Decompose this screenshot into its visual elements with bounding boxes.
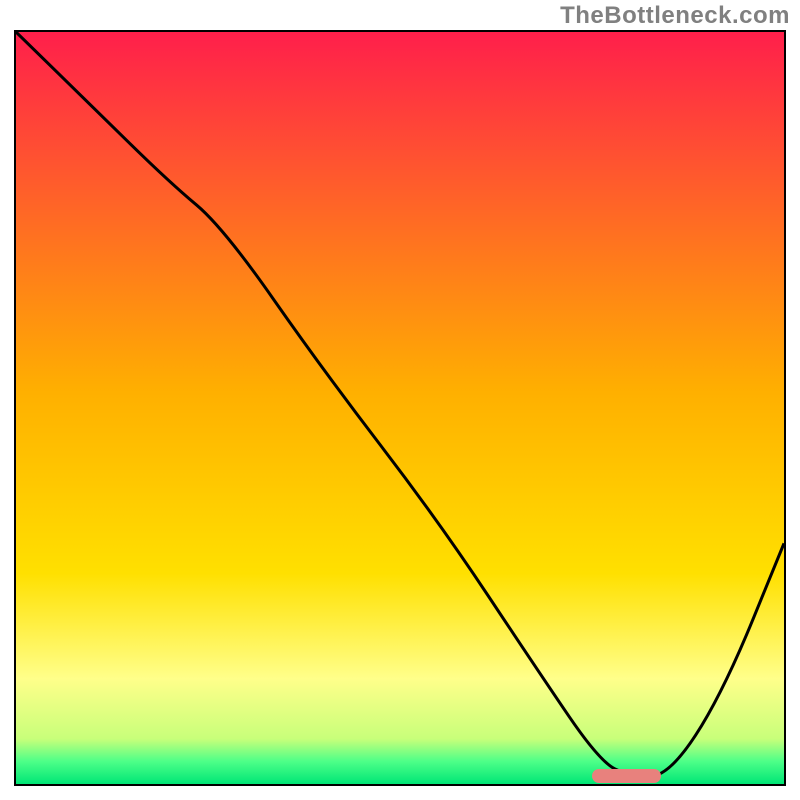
plot-area <box>14 30 786 786</box>
watermark-text: TheBottleneck.com <box>560 2 790 30</box>
chart-svg <box>16 32 784 784</box>
minimum-marker <box>592 769 661 783</box>
chart-frame: TheBottleneck.com <box>0 0 800 800</box>
